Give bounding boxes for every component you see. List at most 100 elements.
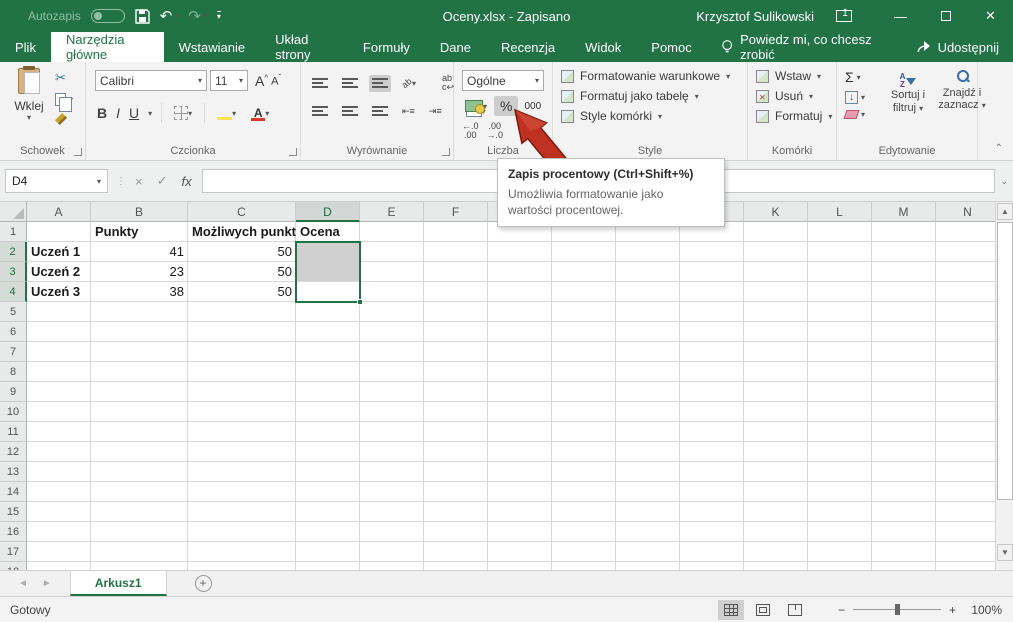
percent-style-button[interactable]: % — [494, 96, 518, 116]
cell-C1[interactable]: Możliwych punkt — [188, 222, 296, 242]
formula-bar-expand-icon[interactable]: ⌄ — [997, 176, 1013, 187]
zoom-slider[interactable] — [853, 609, 941, 610]
shrink-font-button[interactable]: Aˇ — [271, 73, 281, 88]
sheet-nav-right-icon[interactable]: ► — [42, 578, 52, 589]
ribbon-display-options-icon[interactable] — [836, 10, 852, 22]
ribbon-tab-widok[interactable]: Widok — [570, 32, 636, 62]
cell-styles-button[interactable]: Style komórki▾ — [561, 109, 730, 123]
format-as-table-button[interactable]: Formatuj jako tabelę▾ — [561, 89, 730, 103]
column-header-L[interactable]: L — [808, 202, 872, 222]
column-header-A[interactable]: A — [27, 202, 91, 222]
number-format-select[interactable]: Ogólne▾ — [462, 70, 544, 91]
cell-C2[interactable]: 50 — [188, 242, 296, 262]
cell-A3[interactable]: Uczeń 2 — [27, 262, 91, 282]
decrease-decimal-button[interactable]: .00→.0 — [487, 122, 504, 141]
clear-button[interactable]: ▾ — [845, 110, 865, 119]
format-painter-icon[interactable] — [55, 113, 67, 125]
alignment-dialog-launcher[interactable] — [442, 148, 450, 156]
sort-filter-button[interactable]: AZ Sortuj i filtruj ▾ — [882, 70, 934, 114]
insert-cells-button[interactable]: Wstaw▾ — [756, 69, 832, 83]
align-right-button[interactable] — [369, 103, 391, 120]
row-header-5[interactable]: 5 — [0, 302, 27, 322]
cell-B4[interactable]: 38 — [91, 282, 188, 302]
cell-B3[interactable]: 23 — [91, 262, 188, 282]
page-layout-view-button[interactable] — [750, 600, 776, 620]
fill-handle[interactable] — [357, 299, 363, 305]
scroll-up-arrow[interactable]: ▲ — [997, 203, 1013, 220]
column-header-C[interactable]: C — [188, 202, 296, 222]
row-header-8[interactable]: 8 — [0, 362, 27, 382]
fill-color-button[interactable]: ▾ — [214, 104, 239, 123]
redo-button[interactable]: ↷▾ — [188, 9, 207, 24]
font-dialog-launcher[interactable] — [289, 148, 297, 156]
spreadsheet-grid[interactable]: ABCDEFGHIJKLMN12345678910111213141516171… — [0, 202, 995, 570]
conditional-formatting-button[interactable]: Formatowanie warunkowe▾ — [561, 69, 730, 83]
underline-button[interactable]: U — [129, 105, 139, 121]
cell-D1[interactable]: Ocena — [296, 222, 360, 242]
decrease-indent-button[interactable]: ⇤≡ — [399, 104, 418, 119]
ribbon-tab-narzędzia-główne[interactable]: Narzędzia główne — [51, 32, 164, 62]
insert-function-button[interactable]: fx — [182, 174, 192, 189]
tell-me-box[interactable]: Powiedz mi, co chcesz zrobić — [707, 32, 916, 62]
row-header-7[interactable]: 7 — [0, 342, 27, 362]
namebox-resize-handle[interactable]: ⋮ — [116, 176, 127, 187]
column-header-D[interactable]: D — [296, 202, 360, 222]
comma-style-button[interactable]: 000 — [522, 98, 543, 115]
cell-A4[interactable]: Uczeń 3 — [27, 282, 91, 302]
share-button[interactable]: Udostępnij — [916, 32, 1013, 62]
vertical-scrollbar[interactable]: ▲ ▼ — [995, 202, 1013, 570]
row-header-12[interactable]: 12 — [0, 442, 27, 462]
borders-button[interactable]: ▾ — [171, 103, 195, 123]
cell-C4[interactable]: 50 — [188, 282, 296, 302]
increase-decimal-button[interactable]: ←.0.00 — [462, 122, 479, 141]
sheet-nav-left-icon[interactable]: ◄ — [18, 578, 28, 589]
scroll-down-arrow[interactable]: ▼ — [997, 544, 1013, 561]
center-button[interactable] — [339, 103, 361, 120]
ribbon-tab-plik[interactable]: Plik — [0, 32, 51, 62]
name-box[interactable]: D4▾ — [5, 169, 108, 193]
cut-button[interactable]: ✂ — [55, 70, 66, 86]
top-align-button[interactable] — [309, 75, 331, 92]
fill-button[interactable]: ↓▾ — [845, 91, 865, 104]
accounting-format-button[interactable]: ▾ — [462, 97, 490, 115]
minimize-button[interactable]: — — [878, 0, 923, 32]
user-name[interactable]: Krzysztof Sulikowski — [696, 9, 814, 24]
font-color-button[interactable]: A▾ — [248, 103, 272, 124]
maximize-button[interactable] — [923, 0, 968, 32]
vertical-scroll-thumb[interactable] — [997, 222, 1013, 500]
row-header-2[interactable]: 2 — [0, 242, 27, 262]
copy-button[interactable]: ▾ — [55, 93, 73, 106]
ribbon-tab-wstawianie[interactable]: Wstawianie — [164, 32, 260, 62]
row-header-13[interactable]: 13 — [0, 462, 27, 482]
italic-button[interactable]: I — [116, 105, 120, 121]
row-header-18[interactable]: 18 — [0, 562, 27, 570]
row-header-17[interactable]: 17 — [0, 542, 27, 562]
cell-A2[interactable]: Uczeń 1 — [27, 242, 91, 262]
row-header-6[interactable]: 6 — [0, 322, 27, 342]
cell-C3[interactable]: 50 — [188, 262, 296, 282]
ribbon-tab-formuły[interactable]: Formuły — [348, 32, 425, 62]
save-button[interactable] — [135, 9, 150, 24]
autosave-toggle[interactable] — [91, 9, 125, 23]
row-header-3[interactable]: 3 — [0, 262, 27, 282]
paste-button[interactable]: Wklej ▾ — [7, 68, 51, 140]
ribbon-tab-pomoc[interactable]: Pomoc — [636, 32, 706, 62]
cell-B1[interactable]: Punkty — [91, 222, 188, 242]
format-cells-button[interactable]: Formatuj▾ — [756, 109, 832, 123]
sheet-tab-arkusz1[interactable]: Arkusz1 — [70, 571, 167, 596]
zoom-out-button[interactable]: − — [838, 603, 845, 617]
autosum-button[interactable]: Σ▾ — [845, 69, 865, 85]
row-header-4[interactable]: 4 — [0, 282, 27, 302]
cell-B2[interactable]: 41 — [91, 242, 188, 262]
enter-entry-button[interactable]: ✓ — [157, 173, 168, 189]
ribbon-tab-układ-strony[interactable]: Układ strony — [260, 32, 348, 62]
align-left-button[interactable] — [309, 103, 331, 120]
column-header-B[interactable]: B — [91, 202, 188, 222]
font-size-select[interactable]: 11▾ — [210, 70, 248, 91]
row-header-9[interactable]: 9 — [0, 382, 27, 402]
font-name-select[interactable]: Calibri▾ — [95, 70, 207, 91]
cancel-entry-button[interactable]: × — [135, 174, 143, 189]
ribbon-tab-recenzja[interactable]: Recenzja — [486, 32, 570, 62]
column-header-F[interactable]: F — [424, 202, 488, 222]
close-button[interactable]: ✕ — [968, 0, 1013, 32]
